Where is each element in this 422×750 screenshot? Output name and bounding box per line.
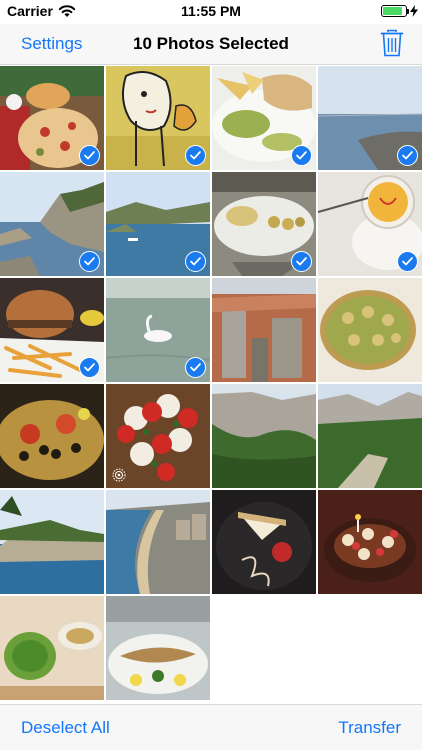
selected-checkmark-icon <box>79 251 100 272</box>
settings-button[interactable]: Settings <box>21 34 82 54</box>
photo-thumbnail[interactable] <box>106 172 210 276</box>
photo-city-promenade <box>106 490 210 594</box>
selected-checkmark-icon <box>185 251 206 272</box>
photo-thumbnail[interactable] <box>318 384 422 488</box>
photo-thumbnail[interactable] <box>212 278 316 382</box>
transfer-button[interactable]: Transfer <box>338 718 401 738</box>
photo-thumbnail[interactable] <box>106 66 210 170</box>
photo-table-of-dishes <box>0 596 104 700</box>
photo-seafood-platter <box>0 384 104 488</box>
status-bar: Carrier 11:55 PM <box>0 0 422 24</box>
photo-tart <box>318 278 422 382</box>
photo-thumbnail[interactable] <box>106 384 210 488</box>
photo-grilled-fish-plate <box>106 596 210 700</box>
photo-grid <box>0 66 422 700</box>
clock: 11:55 PM <box>181 3 241 19</box>
photo-mountain-trail <box>318 384 422 488</box>
live-photo-icon <box>112 468 126 482</box>
trash-button[interactable] <box>380 29 404 57</box>
photo-thumbnail[interactable] <box>318 490 422 594</box>
photo-thumbnail[interactable] <box>212 66 316 170</box>
photo-birthday-cake <box>318 490 422 594</box>
photo-thumbnail[interactable] <box>212 172 316 276</box>
photo-thumbnail[interactable] <box>106 490 210 594</box>
selected-checkmark-icon <box>79 357 100 378</box>
selected-checkmark-icon <box>185 357 206 378</box>
selected-checkmark-icon <box>397 251 418 272</box>
battery-cap <box>407 9 409 14</box>
navigation-bar: Settings 10 Photos Selected <box>0 24 422 65</box>
photo-thumbnail[interactable] <box>0 172 104 276</box>
selected-checkmark-icon <box>397 145 418 166</box>
deselect-all-button[interactable]: Deselect All <box>21 718 110 738</box>
charging-bolt-icon <box>410 5 418 17</box>
photo-calanque-cliff <box>0 490 104 594</box>
photo-thumbnail[interactable] <box>318 278 422 382</box>
photo-thumbnail[interactable] <box>212 384 316 488</box>
selected-checkmark-icon <box>291 251 312 272</box>
photo-thumbnail[interactable] <box>318 66 422 170</box>
bottom-toolbar: Deselect All Transfer <box>0 704 422 750</box>
photo-old-town-rooftops <box>212 278 316 382</box>
photo-rocky-valley <box>212 384 316 488</box>
selected-checkmark-icon <box>185 145 206 166</box>
battery-icon <box>381 5 407 17</box>
photo-thumbnail[interactable] <box>0 490 104 594</box>
photo-thumbnail[interactable] <box>106 596 210 700</box>
selected-checkmark-icon <box>79 145 100 166</box>
photo-thumbnail[interactable] <box>318 172 422 276</box>
photo-thumbnail[interactable] <box>106 278 210 382</box>
photo-thumbnail[interactable] <box>0 66 104 170</box>
photo-cheesecake-dessert <box>212 490 316 594</box>
photo-thumbnail[interactable] <box>0 384 104 488</box>
photo-thumbnail[interactable] <box>0 278 104 382</box>
photo-thumbnail[interactable] <box>212 490 316 594</box>
trash-icon <box>380 29 404 57</box>
battery-level <box>383 7 402 15</box>
photo-thumbnail[interactable] <box>0 596 104 700</box>
selected-checkmark-icon <box>291 145 312 166</box>
